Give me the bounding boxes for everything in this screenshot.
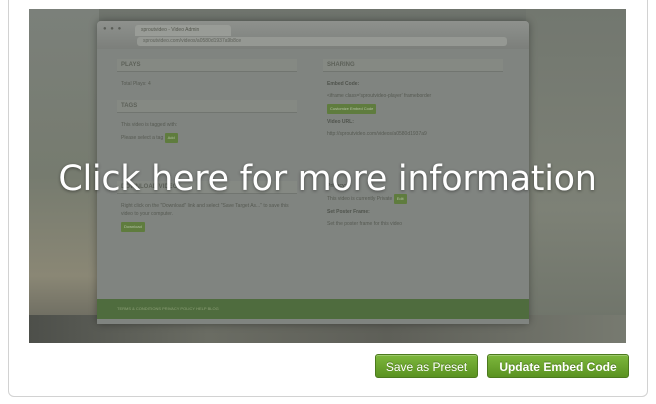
video-frame-browser-tab: sproutvideo - Video Admin (135, 25, 231, 36)
video-url-value: http://sproutvideo.com/videos/a0580d1937… (327, 131, 427, 137)
tag-add-button: Add (164, 133, 178, 143)
poster-label: Set Poster Frame: (327, 209, 370, 215)
download-text: Right click on the "Download" link and s… (121, 203, 289, 217)
more-information-link[interactable]: Click here for more information (29, 159, 626, 199)
tag-select-row: Please select a tag Add (117, 131, 297, 145)
embed-value: <iframe class='sproutvideo-player' frame… (327, 93, 432, 99)
video-url-label: Video URL: (327, 119, 354, 125)
tags-text: This video is tagged with: (121, 122, 178, 128)
video-frame-right-column: SHARING Embed Code: <iframe class='sprou… (323, 59, 503, 230)
window-controls-icon: ● ● ● (103, 26, 123, 32)
tags-heading: TAGS (117, 100, 297, 113)
embed-customize-button: Customize Embed Code (327, 104, 377, 114)
tag-select: Please select a tag (121, 135, 164, 141)
sharing-heading: SHARING (323, 59, 503, 72)
save-as-preset-button[interactable]: Save as Preset (375, 354, 478, 378)
video-player[interactable]: ● ● ● sproutvideo - Video Admin sproutvi… (29, 9, 626, 343)
plays-heading: PLAYS (117, 59, 297, 72)
poster-text: Set the poster frame for this video (327, 221, 403, 227)
plays-text: Total Plays: 4 (121, 81, 151, 87)
embed-label: Embed Code: (327, 81, 360, 87)
video-frame-browser-url: sproutvideo.com/videos/a0580d1937a9b8ce (137, 37, 507, 46)
video-frame-left-column: PLAYS Total Plays: 4 TAGS This video is … (117, 59, 297, 234)
download-button: Download (121, 222, 145, 232)
video-frame-browser-bar: ● ● ● sproutvideo - Video Admin sproutvi… (97, 21, 529, 49)
video-frame-footer: TERMS & CONDITIONS PRIVACY POLICY HELP B… (97, 299, 529, 319)
update-embed-code-button[interactable]: Update Embed Code (487, 354, 629, 378)
